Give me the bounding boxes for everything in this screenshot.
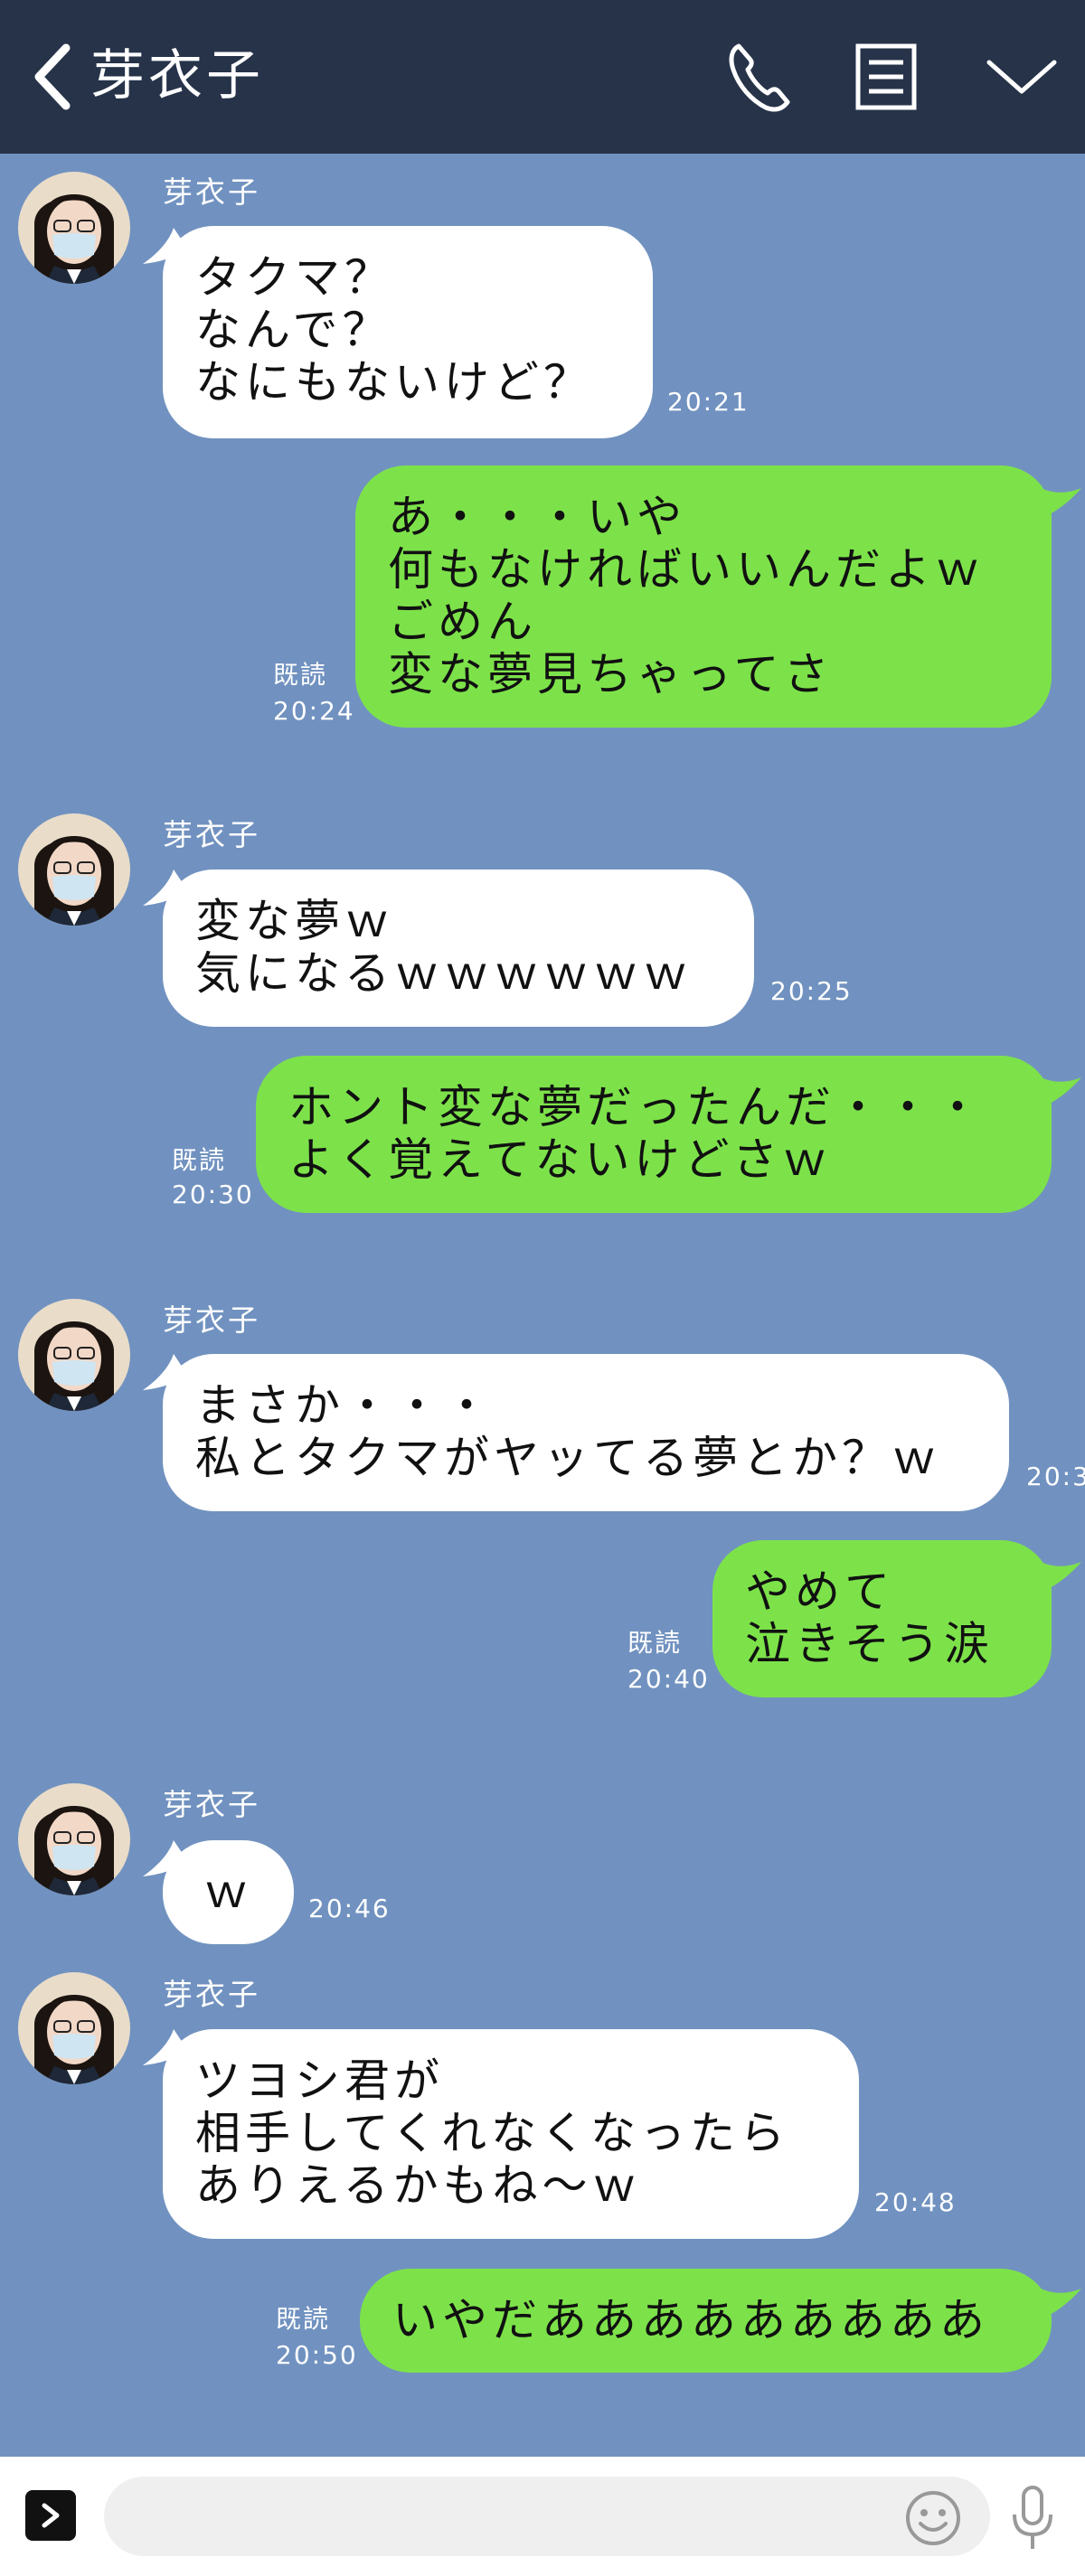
avatar-image — [18, 1299, 130, 1411]
chevron-down-icon — [986, 60, 1057, 94]
avatar-image — [18, 813, 130, 926]
message-bubble[interactable]: やめて 泣きそう涙 — [712, 1540, 1052, 1697]
sender-name: 芽衣子 — [163, 817, 260, 852]
message-bubble[interactable]: タクマ？ なんで？ なにもないけど？ — [163, 226, 653, 438]
message-time: 20:21 — [667, 387, 750, 417]
message-input[interactable] — [104, 2477, 990, 2556]
read-receipt: 既読 — [273, 660, 328, 690]
message-time: 20:50 — [276, 2340, 358, 2370]
avatar-image — [18, 172, 130, 284]
message-bubble[interactable]: ｗ — [163, 1840, 294, 1944]
smiley-icon — [906, 2491, 960, 2545]
back-button[interactable] — [25, 36, 80, 118]
menu-button[interactable] — [976, 36, 1067, 118]
message-bubble[interactable]: まさか・・・ 私とタクマがヤッてる夢とか？ｗ — [163, 1354, 1009, 1511]
chat-title: 芽衣子 — [90, 44, 264, 108]
message-time: 20:3 — [1026, 1462, 1085, 1491]
notes-icon — [855, 43, 917, 110]
avatar-image — [18, 1972, 130, 2084]
emoji-button[interactable] — [904, 2489, 962, 2547]
notes-button[interactable] — [845, 36, 927, 118]
avatar[interactable] — [18, 813, 130, 926]
call-button[interactable] — [719, 36, 800, 118]
mic-button[interactable] — [1005, 2484, 1060, 2552]
bubble-tail — [1031, 1556, 1081, 1593]
sender-name: 芽衣子 — [163, 1787, 260, 1822]
sender-name: 芽衣子 — [163, 1977, 260, 2012]
microphone-icon — [1013, 2486, 1052, 2549]
message-bubble[interactable]: 変な夢ｗ 気になるｗｗｗｗｗｗ — [163, 870, 754, 1027]
message-time: 20:30 — [172, 1180, 254, 1209]
read-receipt: 既読 — [172, 1145, 227, 1175]
message-time: 20:24 — [273, 696, 355, 726]
read-receipt: 既読 — [627, 1628, 683, 1658]
message-bubble[interactable]: いやだあああああああああ — [360, 2269, 1052, 2373]
message-time: 20:46 — [308, 1894, 391, 1923]
phone-icon — [729, 43, 790, 112]
avatar[interactable] — [18, 1299, 130, 1411]
input-bar — [0, 2457, 1085, 2576]
avatar[interactable] — [18, 1972, 130, 2084]
sender-name: 芽衣子 — [163, 1302, 260, 1338]
sender-name: 芽衣子 — [163, 174, 260, 210]
message-bubble[interactable]: ツヨシ君が 相手してくれなくなったら ありえるかもね～ｗ — [163, 2029, 859, 2239]
avatar[interactable] — [18, 1783, 130, 1895]
message-bubble[interactable]: ホント変な夢だったんだ・・・ よく覚えてないけどさｗ — [256, 1056, 1052, 1213]
message-bubble[interactable]: あ・・・いや 何もなければいいんだよｗ ごめん 変な夢見ちゃってさ — [355, 465, 1052, 728]
bubble-tail — [1031, 1072, 1081, 1108]
expand-button[interactable] — [25, 2490, 76, 2541]
avatar[interactable] — [18, 172, 130, 284]
avatar-image — [18, 1783, 130, 1895]
message-time: 20:25 — [770, 976, 853, 1006]
chat-header: 芽衣子 — [0, 0, 1085, 154]
read-receipt: 既読 — [276, 2304, 331, 2334]
chevron-left-icon — [34, 43, 71, 110]
chevron-right-icon — [42, 2503, 60, 2528]
bubble-tail — [1031, 483, 1081, 519]
message-time: 20:48 — [874, 2187, 957, 2217]
bubble-tail — [1031, 2283, 1081, 2319]
message-time: 20:40 — [627, 1664, 710, 1694]
